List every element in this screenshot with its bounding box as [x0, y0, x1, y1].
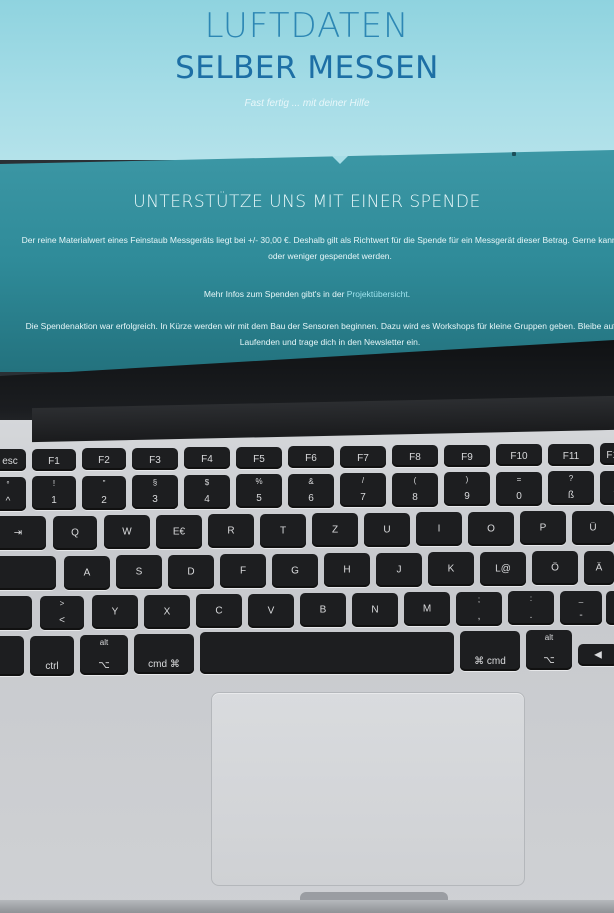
key-f9[interactable]: F9	[444, 445, 490, 467]
key-f8[interactable]: F8	[392, 445, 438, 467]
key-alt-left[interactable]: alt ⌥	[80, 635, 128, 675]
section-notch	[332, 156, 348, 164]
key-ae[interactable]: Ä	[584, 551, 614, 585]
key-m[interactable]: M	[404, 592, 450, 626]
mouse-cursor-icon	[512, 152, 516, 156]
key-space[interactable]	[200, 632, 454, 674]
key-f7[interactable]: F7	[340, 446, 386, 468]
key-acute[interactable]: `´	[600, 471, 614, 505]
key-minus[interactable]: _ -	[560, 591, 602, 625]
key-arrow-left[interactable]: ◀	[578, 644, 614, 666]
key-caps-lock[interactable]	[0, 556, 56, 590]
donation-heading: UNTERSTÜTZE UNS MIT EINER SPENDE	[133, 192, 481, 212]
key-1[interactable]: ! 1	[32, 476, 76, 510]
key-f5[interactable]: F5	[236, 447, 282, 469]
key-j[interactable]: J	[376, 553, 422, 587]
key-3[interactable]: § 3	[132, 475, 178, 509]
key-ctrl[interactable]: ctrl	[30, 636, 74, 676]
key-2[interactable]: " 2	[82, 476, 126, 510]
key-t[interactable]: T	[260, 514, 306, 548]
key-shift-left[interactable]	[0, 596, 32, 630]
key-oe[interactable]: Ö	[532, 551, 578, 585]
key-7[interactable]: /7	[340, 473, 386, 507]
key-p[interactable]: P	[520, 511, 566, 545]
hero-subtitle: Fast fertig ... mit deiner Hilfe	[244, 98, 370, 109]
paragraph-2-suffix: .	[407, 289, 411, 299]
key-z[interactable]: Z	[312, 513, 358, 547]
key-eszett[interactable]: ? ß	[548, 471, 594, 505]
key-k[interactable]: K	[428, 552, 474, 586]
key-tab[interactable]: ⇥	[0, 516, 46, 550]
key-less-than[interactable]: > <	[40, 596, 84, 630]
key-g[interactable]: G	[272, 554, 318, 588]
trackpad[interactable]	[211, 692, 525, 886]
key-b[interactable]: B	[300, 593, 346, 627]
key-cmd-right[interactable]: ⌘ cmd	[460, 631, 520, 671]
key-f11[interactable]: F11	[548, 444, 594, 466]
key-0[interactable]: = 0	[496, 472, 542, 506]
donation-paragraph-1: Der reine Materialwert eines Feinstaub M…	[21, 235, 614, 261]
key-f3[interactable]: F3	[132, 448, 178, 470]
key-d[interactable]: D	[168, 555, 214, 589]
key-h[interactable]: H	[324, 553, 370, 587]
hero-title-line1: LUFTDATEN	[204, 6, 410, 46]
key-comma[interactable]: ;,	[456, 592, 502, 626]
key-shift-right[interactable]	[606, 591, 614, 625]
key-f6[interactable]: F6	[288, 446, 334, 468]
key-5[interactable]: % 5	[236, 474, 282, 508]
key-8[interactable]: (8	[392, 473, 438, 507]
key-9[interactable]: ) 9	[444, 472, 490, 506]
key-q[interactable]: Q	[53, 516, 97, 550]
hero-title-line2: SELBER MESSEN	[175, 50, 439, 86]
key-c[interactable]: C	[196, 594, 242, 628]
key-caret[interactable]: ° ^	[0, 477, 26, 511]
key-f2[interactable]: F2	[82, 448, 126, 470]
key-ue[interactable]: Ü	[572, 511, 614, 545]
key-v[interactable]: V	[248, 594, 294, 628]
laptop-screen: LUFTDATEN SELBER MESSEN Fast fertig ... …	[0, 0, 614, 372]
key-x[interactable]: X	[144, 595, 190, 629]
key-e[interactable]: E€	[156, 515, 202, 549]
project-overview-link[interactable]: Projektübersicht	[347, 289, 408, 299]
key-s[interactable]: S	[116, 555, 162, 589]
key-f10[interactable]: F10	[496, 444, 542, 466]
donation-section: UNTERSTÜTZE UNS MIT EINER SPENDE Der rei…	[0, 150, 614, 372]
key-alt-right[interactable]: alt ⌥	[526, 630, 572, 670]
key-r[interactable]: R	[208, 514, 254, 548]
key-fn[interactable]	[0, 636, 24, 676]
key-f12[interactable]: F12	[600, 443, 614, 465]
key-cmd-left[interactable]: cmd ⌘	[134, 634, 194, 674]
donation-paragraph-2: Mehr Infos zum Spenden gibt's in der Pro…	[0, 286, 614, 302]
laptop-front-edge	[0, 900, 614, 913]
key-u[interactable]: U	[364, 513, 410, 547]
hero-section: LUFTDATEN SELBER MESSEN Fast fertig ... …	[0, 0, 614, 160]
key-f[interactable]: F	[220, 554, 266, 588]
key-w[interactable]: W	[104, 515, 150, 549]
key-period[interactable]: :.	[508, 591, 554, 625]
key-y[interactable]: Y	[92, 595, 138, 629]
donation-paragraph-3: Die Spendenaktion war erfolgreich. In Kü…	[25, 321, 614, 347]
key-4[interactable]: $4	[184, 475, 230, 509]
key-i[interactable]: I	[416, 512, 462, 546]
key-6[interactable]: & 6	[288, 474, 334, 508]
key-f4[interactable]: F4	[184, 447, 230, 469]
key-esc[interactable]: esc	[0, 449, 26, 471]
key-o[interactable]: O	[468, 512, 514, 546]
paragraph-2-prefix: Mehr Infos zum Spenden gibt's in der	[203, 289, 347, 299]
key-a[interactable]: A	[64, 556, 110, 590]
key-f1[interactable]: F1	[32, 449, 76, 471]
key-n[interactable]: N	[352, 593, 398, 627]
key-l[interactable]: L@	[480, 552, 526, 586]
